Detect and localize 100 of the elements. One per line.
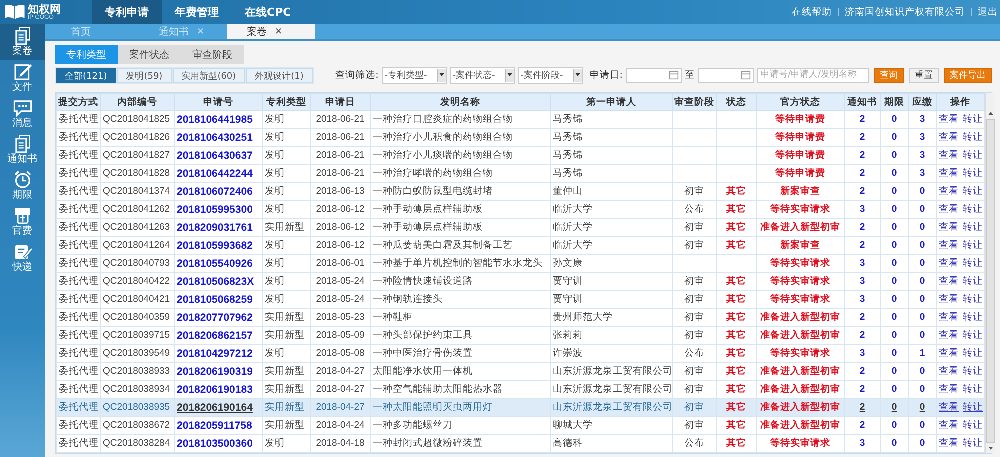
count-link[interactable]: 0 xyxy=(892,384,898,395)
action-link[interactable]: 转让 xyxy=(963,150,983,161)
count-link[interactable]: 2 xyxy=(860,330,866,341)
count-link[interactable]: 2 xyxy=(860,168,866,179)
action-link[interactable]: 查看 xyxy=(939,366,959,377)
count-link[interactable]: 0 xyxy=(920,438,926,449)
action-link[interactable]: 查看 xyxy=(939,186,959,197)
count-link[interactable]: 0 xyxy=(920,384,926,395)
count-link[interactable]: 0 xyxy=(892,438,898,449)
action-link[interactable]: 查看 xyxy=(939,384,959,395)
count-link[interactable]: 2 xyxy=(860,366,866,377)
action-link[interactable]: 查看 xyxy=(939,438,959,449)
count-link[interactable]: 0 xyxy=(892,294,898,305)
action-link[interactable]: 转让 xyxy=(963,240,983,251)
count-link[interactable]: 0 xyxy=(892,276,898,287)
action-link[interactable]: 转让 xyxy=(963,168,983,179)
action-link[interactable]: 转让 xyxy=(963,420,983,431)
table-row[interactable]: 委托代理 QC2018040421 2018105068259 发明 2018-05-24 一种钢轨连接头 贾守训 初审 其它 等待实审请求 3 0 0 查看 转让 xyxy=(56,290,984,308)
action-link[interactable]: 转让 xyxy=(963,186,983,197)
table-row[interactable]: 委托代理 QC2018041828 2018106442244 发明 2018-06-21 一种治疗哮喘的药物组合物 马秀锦 等待申请费 2 0 3 查看 转让 xyxy=(56,164,984,182)
action-link[interactable]: 转让 xyxy=(963,276,983,287)
table-row[interactable]: 委托代理 QC2018041262 2018105995300 发明 2018-06-12 一种手动薄层点样辅助板 临沂大学 公布 其它 等待实审请求 3 0 0 查看 转让 xyxy=(56,200,984,218)
sidebar-item[interactable]: 文件 xyxy=(0,60,45,96)
dropdown[interactable]: -专利类型- xyxy=(382,66,447,84)
table-row[interactable]: 委托代理 QC2018041263 2018209031761 实用新型 2018-06-12 一种手动薄层点样辅助板 临沂大学 初审 其它 准备进入新型初审 2 0 0 查看 转让 xyxy=(56,218,984,236)
table-row[interactable]: 委托代理 QC2018038284 2018103500360 发明 2018-04-18 一种封闭式超微粉碎装置 高德科 公布 其它 等待实审请求 3 0 0 查看 转让 xyxy=(56,434,984,452)
sidebar-item[interactable]: 快递 xyxy=(0,240,45,276)
sidebar-item[interactable]: 期限 xyxy=(0,168,45,204)
count-link[interactable]: 0 xyxy=(892,204,898,215)
table-row[interactable]: 委托代理 QC2018041264 2018105993682 发明 2018-06-12 一种瓜蒌葫美白霜及其制备工艺 临沂大学 初审 其它 新案审查 2 0 0 查看 转让 xyxy=(56,236,984,254)
action-link[interactable]: 转让 xyxy=(963,366,983,377)
count-link[interactable]: 0 xyxy=(892,168,898,179)
count-link[interactable]: 0 xyxy=(920,204,926,215)
count-link[interactable]: 2 xyxy=(860,402,866,413)
action-link[interactable]: 查看 xyxy=(939,258,959,269)
count-link[interactable]: 2 xyxy=(860,132,866,143)
page-tab[interactable]: 案卷 × xyxy=(227,24,315,39)
count-link[interactable]: 1 xyxy=(920,348,926,359)
sidebar-item[interactable]: 消息 xyxy=(0,96,45,132)
close-icon[interactable]: × xyxy=(275,26,283,36)
action-link[interactable]: 转让 xyxy=(963,294,983,305)
action-link[interactable]: 查看 xyxy=(939,330,959,341)
action-link[interactable]: 转让 xyxy=(963,384,983,395)
tab-label[interactable]: 案卷 xyxy=(247,24,267,38)
count-link[interactable]: 0 xyxy=(920,222,926,233)
action-link[interactable]: 转让 xyxy=(963,258,983,269)
table-row[interactable]: 委托代理 QC2018038933 2018206190319 实用新型 2018-04-27 太阳能净水饮用一体机 山东沂源龙泉工贸有限公司 初审 其它 准备进入新型初审 2 0 0 查看 转让 xyxy=(56,362,984,380)
count-link[interactable]: 0 xyxy=(920,420,926,431)
count-link[interactable]: 2 xyxy=(860,384,866,395)
action-link[interactable]: 查看 xyxy=(939,276,959,287)
action-link[interactable]: 转让 xyxy=(963,312,983,323)
action-link[interactable]: 查看 xyxy=(939,294,959,305)
category-tab[interactable]: 审查阶段 xyxy=(181,45,244,64)
action-button[interactable]: 重置 xyxy=(909,68,939,82)
filter-chip[interactable]: 全部(121) xyxy=(56,68,116,82)
count-link[interactable]: 3 xyxy=(860,276,866,287)
count-link[interactable]: 2 xyxy=(860,312,866,323)
dropdown[interactable]: -案件状态- xyxy=(450,66,515,84)
scrollbar[interactable] xyxy=(985,93,995,453)
count-link[interactable]: 0 xyxy=(892,420,898,431)
count-link[interactable]: 0 xyxy=(920,240,926,251)
action-link[interactable]: 转让 xyxy=(963,114,983,125)
table-row[interactable]: 委托代理 QC2018040793 2018105540926 发明 2018-06-01 一种基于单片机控制的智能节水水龙头 孙文康 等待实审请求 3 0 0 查看 转让 xyxy=(56,254,984,272)
count-link[interactable]: 0 xyxy=(920,294,926,305)
nav-tab[interactable]: 年费管理 xyxy=(162,0,232,24)
scroll-down-icon[interactable] xyxy=(988,446,994,451)
table-row[interactable]: 委托代理 QC2018040359 2018207707962 实用新型 2018-05-23 一种鞋柜 贵州师范大学 初审 其它 准备进入新型初审 2 0 0 查看 转让 xyxy=(56,308,984,326)
table-row[interactable]: 委托代理 QC2018038935 2018206190164 实用新型 2018-04-27 一种太阳能照明灭虫两用灯 山东沂源龙泉工贸有限公司 初审 其它 准备进入新型初审 2 0 0 查看 转让 xyxy=(56,398,984,416)
action-link[interactable]: 查看 xyxy=(939,312,959,323)
action-link[interactable]: 查看 xyxy=(939,348,959,359)
sidebar-item[interactable]: 案卷 xyxy=(0,24,45,60)
count-link[interactable]: 2 xyxy=(860,222,866,233)
count-link[interactable]: 0 xyxy=(892,312,898,323)
action-link[interactable]: 转让 xyxy=(963,222,983,233)
count-link[interactable]: 0 xyxy=(892,150,898,161)
count-link[interactable]: 3 xyxy=(860,204,866,215)
action-link[interactable]: 查看 xyxy=(939,240,959,251)
count-link[interactable]: 3 xyxy=(860,258,866,269)
action-link[interactable]: 查看 xyxy=(939,150,959,161)
filter-chip[interactable]: 发明(59) xyxy=(117,68,172,82)
count-link[interactable]: 0 xyxy=(892,114,898,125)
nav-tab[interactable]: 专利申请 xyxy=(92,0,162,24)
scroll-up-icon[interactable] xyxy=(988,111,994,116)
action-link[interactable]: 查看 xyxy=(939,204,959,215)
nav-tab[interactable]: 在线CPC xyxy=(232,0,304,24)
count-link[interactable]: 0 xyxy=(892,222,898,233)
count-link[interactable]: 0 xyxy=(892,348,898,359)
count-link[interactable]: 0 xyxy=(892,132,898,143)
dropdown[interactable]: -案件阶段- xyxy=(518,66,583,84)
action-link[interactable]: 查看 xyxy=(939,402,959,413)
action-link[interactable]: 转让 xyxy=(963,348,983,359)
count-link[interactable]: 0 xyxy=(920,312,926,323)
table-row[interactable]: 委托代理 QC2018039715 2018206862157 实用新型 2018-05-09 一种头部保护约束工具 张莉莉 初审 其它 准备进入新型初审 2 0 0 查看 转让 xyxy=(56,326,984,344)
count-link[interactable]: 2 xyxy=(860,420,866,431)
count-link[interactable]: 2 xyxy=(860,186,866,197)
table-row[interactable]: 委托代理 QC2018041827 2018106430637 发明 2018-06-21 一种治疗小儿痰喘的药物组合物 马秀锦 等待申请费 2 0 3 查看 转让 xyxy=(56,146,984,164)
action-link[interactable]: 查看 xyxy=(939,420,959,431)
count-link[interactable]: 0 xyxy=(892,366,898,377)
count-link[interactable]: 0 xyxy=(892,402,898,413)
table-row[interactable]: 委托代理 QC2018041826 2018106430251 发明 2018-06-21 一种治疗小儿积食的药物组合物 马秀锦 等待申请费 2 0 3 查看 转让 xyxy=(56,128,984,146)
